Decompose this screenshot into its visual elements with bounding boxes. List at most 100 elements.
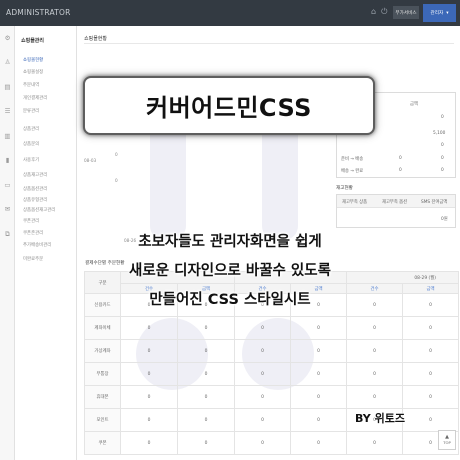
bars-icon[interactable]: ▥ bbox=[3, 132, 12, 140]
gear-icon[interactable]: ⚙ bbox=[3, 34, 12, 42]
table-cell: 0 bbox=[402, 362, 459, 386]
table-row: 쿠폰 0 0 0 0 0 0 bbox=[84, 431, 459, 455]
table-cell: 0 bbox=[346, 385, 403, 409]
sidebar-item-reviews[interactable]: 사용후기 bbox=[23, 157, 39, 163]
sidebar-item-options[interactable]: 상품옵션관리 bbox=[23, 186, 47, 192]
watermark-shape bbox=[150, 120, 186, 240]
panel-value: 0 bbox=[441, 156, 444, 161]
stock-panel: 재고부족 상품 재고부족 옵션 SMS 잔여금액 0원 bbox=[336, 194, 456, 228]
table-cell: 0 bbox=[177, 339, 235, 363]
table-cell: 0 bbox=[402, 316, 459, 340]
table-cell: 0 bbox=[120, 385, 178, 409]
title-banner: 커버어드민CSS bbox=[83, 76, 375, 135]
table-cell: 0 bbox=[177, 408, 235, 432]
sms-balance-value: 0원 bbox=[441, 217, 448, 222]
sidebar-item-stock[interactable]: 상품재고관리 bbox=[23, 172, 47, 178]
page-title: 쇼핑몰현황 bbox=[84, 36, 108, 42]
payment-method-label: 가상계좌 bbox=[84, 339, 121, 363]
table-cell: 0 bbox=[234, 316, 291, 340]
overlay-line-1: 초보자들도 관리자화면을 쉽게 bbox=[138, 234, 322, 250]
table-cell: 0 bbox=[290, 362, 347, 386]
sidebar-item-categories[interactable]: 분류관리 bbox=[23, 108, 39, 114]
sidebar-item-orders[interactable]: 주문내역 bbox=[23, 82, 39, 88]
panel-row-label: 준비 → 배송 bbox=[341, 157, 364, 162]
user-icon[interactable]: ♙ bbox=[3, 58, 12, 66]
table-cell: 0 bbox=[402, 385, 459, 409]
sidebar-item-products[interactable]: 상품관리 bbox=[23, 126, 39, 132]
payment-method-label: 포인트 bbox=[84, 408, 121, 432]
table-body: 신용카드 0 0 0 0 0 0 계좌이체 0 0 0 0 0 0 가상계좌 0 0 0 0 0 0 무통장 0 0 0 0 0 0 휴… bbox=[84, 293, 459, 455]
table-cell: 0 bbox=[346, 362, 403, 386]
sidebar-item-shop-settings[interactable]: 쇼핑몰설정 bbox=[23, 69, 43, 75]
panel-value: 0 bbox=[441, 168, 444, 173]
table-cell: 0 bbox=[290, 408, 347, 432]
table-row: 휴대폰 0 0 0 0 0 0 bbox=[84, 385, 459, 409]
table-cell: 0 bbox=[234, 385, 291, 409]
mail-icon[interactable]: ✉ bbox=[3, 205, 12, 213]
logout-icon[interactable]: ⏻ bbox=[381, 8, 387, 16]
table-cell: 0 bbox=[402, 408, 459, 432]
table-cell: 0 bbox=[120, 431, 178, 455]
table-cell: 0 bbox=[290, 385, 347, 409]
chevron-down-icon: ▾ bbox=[446, 10, 449, 16]
table-row: 계좌이체 0 0 0 0 0 0 bbox=[84, 316, 459, 340]
table-cell: 0 bbox=[234, 339, 291, 363]
payment-method-label: 무통장 bbox=[84, 362, 121, 386]
table-row: 무통장 0 0 0 0 0 0 bbox=[84, 362, 459, 386]
scroll-top-label: TOP bbox=[443, 440, 451, 445]
top-bar: ADMINISTRATOR ⌂ ⏻ 부가서비스 관리자 ▾ bbox=[0, 0, 460, 26]
panel-value: 0 bbox=[441, 115, 444, 120]
home-icon[interactable]: ⌂ bbox=[371, 8, 376, 16]
stock-col-header: 재고부족 옵션 bbox=[382, 200, 408, 205]
table-cell: 0 bbox=[346, 339, 403, 363]
doc-icon[interactable]: ▤ bbox=[3, 83, 12, 91]
panel-value: 0 bbox=[441, 143, 444, 148]
title-divider bbox=[84, 43, 454, 44]
table-cell: 0 bbox=[177, 431, 235, 455]
panel-col-header: 금액 bbox=[410, 102, 418, 107]
admin-menu-label: 관리자 bbox=[430, 11, 444, 16]
stock-col-header: SMS 잔여금액 bbox=[421, 200, 448, 205]
sidebar-item-product-types[interactable]: 상품유형관리 bbox=[23, 197, 47, 203]
payment-method-label: 휴대폰 bbox=[84, 385, 121, 409]
table-cell: 0 bbox=[120, 316, 178, 340]
bg-value: 0 bbox=[115, 152, 118, 157]
sidebar-title: 쇼핑몰관리 bbox=[21, 38, 45, 44]
table-cell: 0 bbox=[346, 431, 403, 455]
sidebar-item-coupons[interactable]: 쿠폰관리 bbox=[23, 218, 39, 224]
watermark-shape bbox=[262, 120, 298, 240]
sidebar-item-product-inquiry[interactable]: 상품문의 bbox=[23, 141, 39, 147]
panel-value: 0 bbox=[399, 156, 402, 161]
service-button[interactable]: 부가서비스 bbox=[393, 6, 419, 19]
overlay-line-2: 새로운 디자인으로 바꿀수 있도록 bbox=[129, 263, 331, 279]
table-cell: 0 bbox=[234, 362, 291, 386]
panel-value: 5,100 bbox=[433, 131, 446, 136]
panel-value: 0 bbox=[399, 168, 402, 173]
banner-title: 커버어드민CSS bbox=[146, 94, 312, 122]
sidebar-item-option-stock[interactable]: 상품옵션재고관리 bbox=[23, 207, 55, 213]
table-cell: 0 bbox=[177, 316, 235, 340]
sidebar-item-shop-status[interactable]: 쇼핑몰현황 bbox=[23, 57, 43, 63]
table-cell: 0 bbox=[290, 316, 347, 340]
table-cell: 0 bbox=[120, 362, 178, 386]
admin-menu-button[interactable]: 관리자 ▾ bbox=[423, 4, 456, 22]
payment-method-label: 쿠폰 bbox=[84, 431, 121, 455]
stock-col-header: 재고부족 상품 bbox=[342, 200, 368, 205]
brand-title[interactable]: ADMINISTRATOR bbox=[6, 8, 71, 17]
list-icon[interactable]: ☰ bbox=[3, 107, 12, 115]
chat-icon[interactable]: ▭ bbox=[3, 181, 12, 189]
table-cell: 0 bbox=[346, 316, 403, 340]
sidebar-item-personal-payment[interactable]: 개인결제관리 bbox=[23, 95, 47, 101]
byline: BY 위토즈 bbox=[355, 412, 405, 425]
chart-icon[interactable]: ▮ bbox=[3, 156, 12, 164]
bg-value: 0 bbox=[115, 178, 118, 183]
table-cell: 0 bbox=[402, 339, 459, 363]
scroll-top-button[interactable]: ▲ TOP bbox=[438, 430, 456, 450]
table-cell: 0 bbox=[290, 339, 347, 363]
table-cell: 0 bbox=[177, 362, 235, 386]
stock-section-title: 재고현황 bbox=[336, 186, 353, 191]
bg-date: 08-03 bbox=[84, 158, 97, 163]
overlay-line-3: 만들어진 CSS 스타일시트 bbox=[149, 292, 311, 308]
top-icons: ⌂ ⏻ bbox=[371, 8, 387, 16]
table-cell: 0 bbox=[120, 408, 178, 432]
